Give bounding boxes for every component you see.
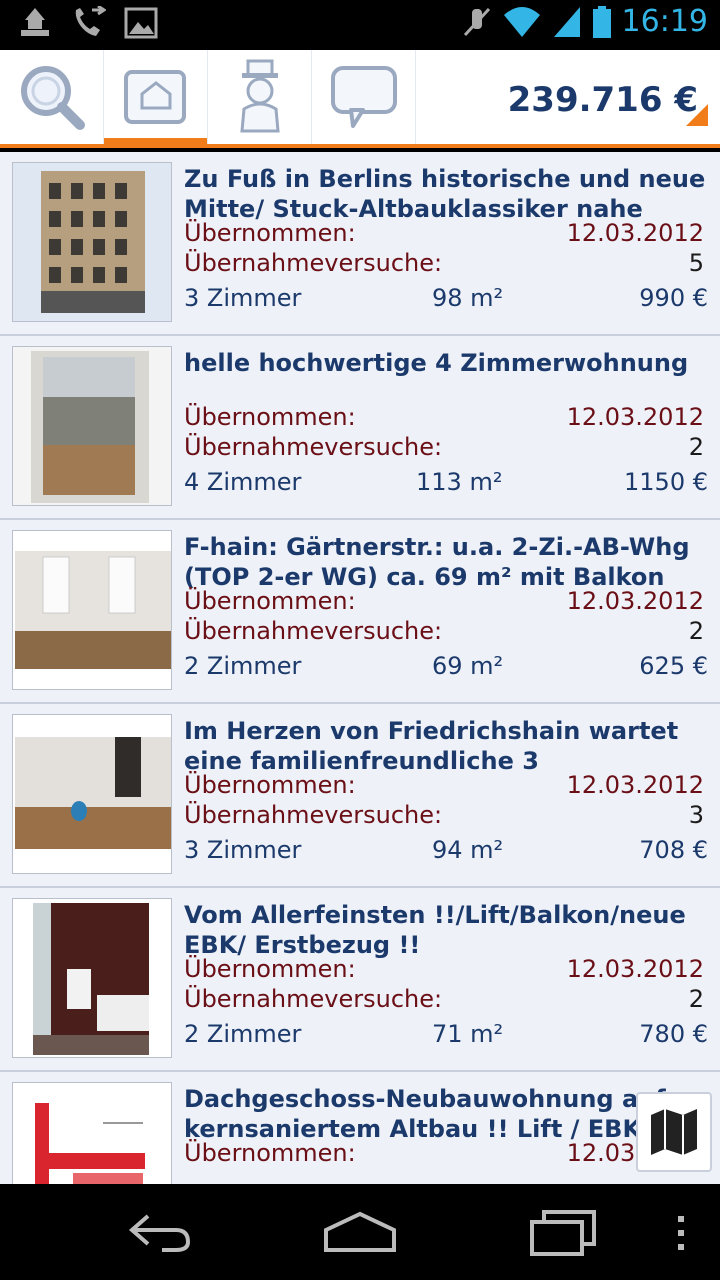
taken-label: Übernommen: [184,219,356,247]
map-button[interactable] [636,1092,712,1172]
balance-corner-marker [686,104,708,126]
taken-row: Übernommen: 12.03.2012 [184,218,704,248]
rooms: 3 Zimmer [184,284,302,312]
signal-icon [553,6,580,37]
call-forward-icon [75,6,106,36]
listing-photo [12,162,172,322]
rent: 708 € [639,836,708,864]
attempts-row: Übernahmeversuche: 5 [184,248,704,278]
tab-home[interactable] [104,50,208,148]
listing-title: Zu Fuß in Berlins historische und neue M… [184,165,706,223]
clock: 16:19 [621,4,708,39]
list-item[interactable]: Zu Fuß in Berlins historische und neue M… [0,152,720,336]
attempts-count: 5 [688,249,704,277]
butler-icon [239,59,280,133]
attempts-row: Übernahmeversuche: 2 [184,432,704,462]
back-icon[interactable] [124,1204,196,1260]
taken-date: 12.03.2012 [566,403,704,431]
list-item[interactable]: helle hochwertige 4 Zimmerwohnung Überno… [0,336,720,520]
area: 94 m² [432,836,504,864]
recent-apps-icon[interactable] [526,1204,602,1260]
home-folder-icon [123,70,186,124]
tab-search[interactable] [0,50,104,144]
taken-label: Übernommen: [184,1139,356,1167]
map-icon [651,1109,697,1155]
list-item[interactable]: Im Herzen von Friedrichshain wartet eine… [0,704,720,888]
attempts-label: Übernahmeversuche: [184,249,443,277]
rooms: 2 Zimmer [184,652,302,680]
listing-photo [12,714,172,874]
upload-icon [21,8,49,36]
area: 71 m² [432,1020,504,1048]
attempts-row: Übernahmeversuche: 2 [184,984,704,1014]
listing-title: helle hochwertige 4 Zimmerwohnung [184,349,689,377]
listing-photo [12,898,172,1058]
area: 69 m² [432,652,504,680]
taken-row: Übernommen: 12.03.2012 [184,1138,704,1168]
mute-icon [463,7,490,36]
overflow-menu-icon[interactable] [674,1204,688,1260]
listing-title: Dachgeschoss-Neubauwohnung auf kernsanie… [184,1085,666,1143]
area: 113 m² [416,468,503,496]
status-bar: 16:19 [0,0,720,50]
navigation-bar [0,1184,720,1280]
rooms: 2 Zimmer [184,1020,302,1048]
taken-row: Übernommen: 12.03.2012 [184,586,704,616]
attempts-label: Übernahmeversuche: [184,985,443,1013]
attempts-label: Übernahmeversuche: [184,617,443,645]
taken-label: Übernommen: [184,955,356,983]
taken-date: 12.03.2012 [566,771,704,799]
taken-label: Übernommen: [184,771,356,799]
listing-title: Vom Allerfeinsten !!/Lift/Balkon/neue EB… [184,901,686,959]
image-icon [124,7,158,39]
list-item[interactable]: F-hain: Gärtnerstr.: u.a. 2-Zi.-AB-Whg (… [0,520,720,704]
taken-date: 12.03.2012 [566,587,704,615]
listing-title: F-hain: Gärtnerstr.: u.a. 2-Zi.-AB-Whg (… [184,533,690,591]
taken-row: Übernommen: 12.03.2012 [184,954,704,984]
attempts-row: Übernahmeversuche: 3 [184,800,704,830]
action-bar: 239.716 € [0,50,720,148]
attempts-count: 2 [688,433,704,461]
magnifier-icon [20,66,85,130]
list-item[interactable]: Dachgeschoss-Neubauwohnung auf kernsanie… [0,1072,720,1184]
attempts-label: Übernahmeversuche: [184,433,443,461]
attempts-row: Übernahmeversuche: 2 [184,616,704,646]
listing-photo [12,1082,172,1184]
tab-messages[interactable] [312,50,416,144]
taken-label: Übernommen: [184,587,356,615]
rooms: 4 Zimmer [184,468,302,496]
account-balance[interactable]: 239.716 € [508,80,698,120]
rooms: 3 Zimmer [184,836,302,864]
tab-profile[interactable] [208,50,312,144]
taken-label: Übernommen: [184,403,356,431]
rent: 990 € [639,284,708,312]
wifi-icon [503,6,540,37]
attempts-count: 2 [688,617,704,645]
rent: 780 € [639,1020,708,1048]
area: 98 m² [432,284,504,312]
listing-photo [12,346,172,506]
taken-row: Übernommen: 12.03.2012 [184,770,704,800]
taken-row: Übernommen: 12.03.2012 [184,402,704,432]
listing-title: Im Herzen von Friedrichshain wartet eine… [184,717,679,775]
attempts-label: Übernahmeversuche: [184,801,443,829]
list-item[interactable]: Vom Allerfeinsten !!/Lift/Balkon/neue EB… [0,888,720,1072]
rent: 1150 € [624,468,708,496]
rent: 625 € [639,652,708,680]
attempts-count: 3 [688,801,704,829]
taken-date: 12.03.2012 [566,955,704,983]
attempts-count: 2 [688,985,704,1013]
home-icon[interactable] [320,1204,400,1260]
speech-bubble-icon [330,66,397,128]
taken-date: 12.03.2012 [566,219,704,247]
battery-icon [592,5,611,38]
listing-list[interactable]: Zu Fuß in Berlins historische und neue M… [0,152,720,1184]
listing-photo [12,530,172,690]
